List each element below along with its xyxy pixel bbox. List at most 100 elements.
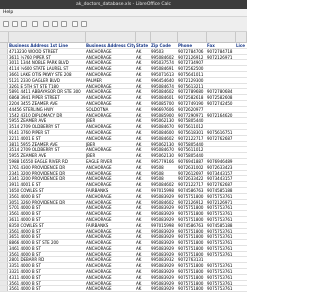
cell-phone[interactable]: 9072126912 [178,200,206,205]
cell-address[interactable]: 3514 2709 OLDBERRY ST [9,124,85,129]
cell-zip[interactable]: 995083932 [151,257,177,262]
cell-fax[interactable]: 9072784718 [207,49,235,54]
row-number[interactable] [0,60,8,66]
cell-phone[interactable]: 9072734907 [178,60,206,65]
cell-address[interactable]: 3351 4000 B ST [9,263,85,268]
cell-address[interactable]: 3561 4000 B ST [9,286,85,291]
cell-city[interactable]: FAIRBANKS [86,188,135,193]
cell-state[interactable]: AK [136,211,150,216]
cell-address[interactable]: 5955 ZEAMER AVE [9,153,85,158]
cell-extra[interactable] [236,257,247,262]
cell-address[interactable]: 3561 4000 B ST [9,281,85,286]
cell-phone[interactable]: 9075751800 [178,217,206,222]
cell-extra[interactable] [236,159,247,164]
row-number[interactable] [0,240,8,245]
cell-zip[interactable]: 995085700 [151,101,177,106]
cell-zip[interactable]: 995037574 [151,60,177,65]
cell-state[interactable]: AK [136,182,150,187]
row-number[interactable] [0,286,8,292]
cell-fax[interactable] [207,147,235,152]
select-all-corner[interactable] [0,32,9,43]
cell-state[interactable]: AK [136,84,150,89]
cell-fax[interactable]: 9072582608 [207,95,235,100]
cell-phone[interactable]: 9075751800 [178,269,206,274]
cell-extra[interactable] [236,246,247,251]
cell-fax[interactable]: 9074585188 [207,223,235,228]
cell-zip[interactable]: 99508 [151,176,177,181]
cell-city[interactable]: ANCHORAGE [86,246,135,251]
cell-zip[interactable]: 995084602 [151,136,177,141]
cell-address[interactable]: 1542 4310 DIPLOMACY DR [9,113,85,118]
column-header-c[interactable] [136,32,151,43]
header-cell-state[interactable]: State [136,43,150,48]
cell-fax[interactable]: 9072633423 [207,165,235,170]
cell-fax[interactable] [207,107,235,112]
row-number[interactable] [0,118,8,124]
cell-state[interactable]: AK [136,89,150,94]
cell-fax[interactable]: 9075753761 [207,252,235,257]
cell-city[interactable]: ANCHORAGE [86,165,135,170]
cell-state[interactable]: AK [136,281,150,286]
cell-address[interactable]: 3321 4000 B ST [9,269,85,274]
cell-phone[interactable]: 9072122717 [178,182,206,187]
cell-state[interactable]: AK [136,159,150,164]
row-number[interactable] [0,199,8,205]
row-number[interactable] [0,263,8,269]
cell-city[interactable]: ANCHORAGE [86,136,135,141]
cell-zip[interactable]: 995071613 [151,72,177,77]
cell-phone[interactable]: 9072612697 [178,171,206,176]
cell-address[interactable]: 44456 STERLING HWY [9,107,85,112]
new-document-icon[interactable] [3,21,9,27]
cell-state[interactable]: AK [136,78,150,83]
cell-phone[interactable]: 9072122717 [178,136,206,141]
cell-state[interactable]: AK [136,66,150,71]
cell-city[interactable]: ANCHORAGE [86,147,135,152]
cell-state[interactable]: AK [136,142,150,147]
cell-city[interactable]: ANCHORAGE [86,286,135,291]
cell-extra[interactable] [236,286,247,291]
cell-fax[interactable]: 9076946489 [207,159,235,164]
cell-fax[interactable] [207,124,235,129]
cell-zip[interactable]: 995083929 [151,286,177,291]
cell-address[interactable]: 4311 4000 B ST [9,275,85,280]
column-header-d[interactable] [151,32,178,43]
cell-phone[interactable]: 9075611012 [178,147,206,152]
row-number[interactable] [0,129,8,135]
cell-phone[interactable]: 9072631002 [178,165,206,170]
cell-city[interactable]: FAIRBANKS [86,223,135,228]
row-number[interactable] [0,141,8,147]
cell-fax[interactable]: 9072742450 [207,101,235,106]
cell-extra[interactable] [236,234,247,239]
cell-address[interactable]: 3611 4000 B ST [9,217,85,222]
cell-address[interactable]: 3051 3260 PROVIDENCE DR [9,200,85,205]
cell-city[interactable]: ANCHORAGE [86,182,135,187]
column-header-b[interactable] [86,32,136,43]
cell-extra[interactable] [236,240,247,245]
cell-phone[interactable]: 9075751800 [178,240,206,245]
cut-icon[interactable] [43,21,49,27]
spreadsheet-grid[interactable]: Business Address 1st Line Business Addre… [0,32,247,296]
cell-extra[interactable] [236,275,247,280]
cell-city[interactable]: JBER [86,118,135,123]
cell-phone[interactable]: 9075613211 [178,84,206,89]
column-header-g[interactable] [236,32,247,43]
row-number[interactable] [0,193,8,199]
cell-zip[interactable]: 995062130 [151,142,177,147]
cell-fax[interactable]: 9073443157 [207,176,235,181]
cell-fax[interactable]: 9075753761 [207,269,235,274]
cell-fax[interactable] [207,78,235,83]
cell-address[interactable]: 8350 COWLES ST [9,223,85,228]
cell-fax[interactable]: 9075753761 [207,275,235,280]
paste-icon[interactable] [61,21,67,27]
cell-extra[interactable] [236,107,247,112]
cell-address[interactable]: 2341 3200 PROVIDENCE DR [9,171,85,176]
row-number[interactable] [0,251,8,257]
row-number[interactable] [0,170,8,176]
cell-city[interactable]: ANCHORAGE [86,60,135,65]
cell-state[interactable]: AK [136,234,150,239]
header-cell-extra[interactable]: Lice [236,43,247,48]
cell-phone[interactable]: 9075751800 [178,205,206,210]
cell-phone[interactable]: 9075751800 [178,229,206,234]
row-number[interactable] [0,205,8,211]
cell-zip[interactable]: 997015998 [151,223,177,228]
